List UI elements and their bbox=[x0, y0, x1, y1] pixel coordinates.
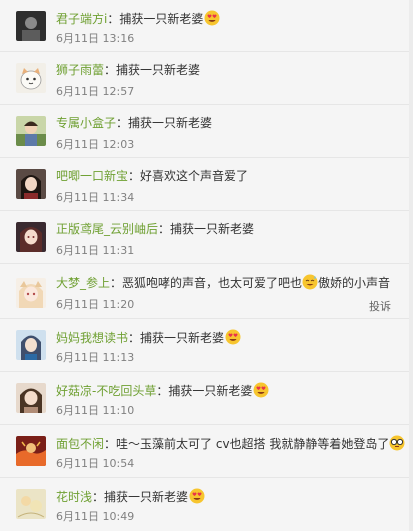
comment-item: 君子端方i：捕获一只新老婆 6月11日 13:16 bbox=[0, 0, 413, 52]
scrollbar[interactable] bbox=[409, 0, 413, 531]
separator: ： bbox=[110, 276, 123, 290]
comment-time: 6月11日 11:20 bbox=[56, 298, 135, 311]
comment-item: 花时浅：捕获一只新老婆 6月11日 10:49 bbox=[0, 478, 413, 531]
comment-text: 捕获一只新老婆 bbox=[128, 116, 213, 130]
avatar[interactable] bbox=[16, 11, 46, 41]
comment-time: 6月11日 11:13 bbox=[56, 351, 135, 364]
username[interactable]: 狮子雨蕾 bbox=[56, 63, 104, 77]
comment-text: 捕获一只新老婆 bbox=[170, 222, 255, 236]
avatar[interactable] bbox=[16, 489, 46, 519]
separator: ： bbox=[156, 384, 169, 398]
username[interactable]: 大梦_参上 bbox=[56, 276, 110, 290]
comment-item: 好菇凉-不吃回头草：捕获一只新老婆 6月11日 11:10 bbox=[0, 372, 413, 425]
username[interactable]: 正版鸢尾_云别岫后 bbox=[56, 222, 158, 236]
comment-text: 捕获一只新老婆 bbox=[168, 384, 253, 398]
glasses-emoji-icon bbox=[389, 435, 405, 451]
heart-eyes-emoji-icon bbox=[189, 488, 205, 504]
avatar[interactable] bbox=[16, 436, 46, 466]
separator: ： bbox=[158, 222, 171, 236]
username[interactable]: 面包不闲 bbox=[56, 437, 104, 451]
comment-time: 6月11日 13:16 bbox=[56, 32, 135, 45]
comment-text: 捕获一只新老婆 bbox=[140, 331, 225, 345]
comment-time: 6月11日 10:49 bbox=[56, 510, 135, 523]
report-button[interactable]: 投诉 bbox=[369, 298, 391, 314]
comment-text: 捕获一只新老婆 bbox=[104, 490, 189, 504]
heart-eyes-emoji-icon bbox=[225, 329, 241, 345]
comment-item: 专属小盒子：捕获一只新老婆 6月11日 12:03 bbox=[0, 105, 413, 158]
username[interactable]: 妈妈我想读书 bbox=[56, 331, 128, 345]
separator: ： bbox=[92, 490, 105, 504]
avatar[interactable] bbox=[16, 383, 46, 413]
separator: ： bbox=[128, 331, 141, 345]
comment-text: 恶狐咆哮的声音，也太可爱了吧也 bbox=[122, 276, 303, 290]
heart-eyes-emoji-icon bbox=[253, 382, 269, 398]
comment-text: 好喜欢这个声音爱了 bbox=[140, 169, 249, 183]
comment-time: 6月11日 12:03 bbox=[56, 138, 135, 151]
comment-text: 捕获一只新老婆 bbox=[119, 12, 204, 26]
comment-time: 6月11日 10:54 bbox=[56, 457, 135, 470]
separator: ： bbox=[104, 437, 117, 451]
comment-item: 正版鸢尾_云别岫后：捕获一只新老婆 6月11日 11:31 bbox=[0, 211, 413, 264]
username[interactable]: 君子端方i bbox=[56, 12, 107, 26]
separator: ： bbox=[116, 116, 129, 130]
comment-item: 狮子雨蕾：捕获一只新老婆 6月11日 12:57 bbox=[0, 52, 413, 105]
username[interactable]: 专属小盒子 bbox=[56, 116, 116, 130]
comment-list: 君子端方i：捕获一只新老婆 6月11日 13:16 狮子雨蕾：捕获一只新老婆 6… bbox=[0, 0, 413, 531]
avatar[interactable] bbox=[16, 222, 46, 252]
username[interactable]: 好菇凉-不吃回头草 bbox=[56, 384, 156, 398]
comment-time: 6月11日 11:34 bbox=[56, 191, 135, 204]
username[interactable]: 花时浅 bbox=[56, 490, 92, 504]
comment-time: 6月11日 12:57 bbox=[56, 85, 135, 98]
comment-item: 面包不闲：哇～玉藻前太可了 cv也超搭 我就静静等着她登岛了 6月11日 10:… bbox=[0, 425, 413, 478]
comment-text-continued: 傲娇的小声音 bbox=[318, 276, 391, 290]
username[interactable]: 吧唧一口新宝 bbox=[56, 169, 128, 183]
avatar[interactable] bbox=[16, 278, 46, 308]
comment-item: 妈妈我想读书：捕获一只新老婆 6月11日 11:13 bbox=[0, 319, 413, 372]
sweat-smile-emoji-icon bbox=[302, 274, 318, 290]
comment-item: 吧唧一口新宝：好喜欢这个声音爱了 6月11日 11:34 bbox=[0, 158, 413, 211]
comment-time: 6月11日 11:10 bbox=[56, 404, 135, 417]
separator: ： bbox=[107, 12, 120, 26]
separator: ： bbox=[128, 169, 141, 183]
separator: ： bbox=[104, 63, 117, 77]
comment-text: 哇～玉藻前太可了 cv也超搭 我就静静等着她登岛了 bbox=[116, 437, 390, 451]
comment-text: 捕获一只新老婆 bbox=[116, 63, 201, 77]
avatar[interactable] bbox=[16, 330, 46, 360]
avatar[interactable] bbox=[16, 63, 46, 93]
heart-eyes-emoji-icon bbox=[204, 10, 220, 26]
avatar[interactable] bbox=[16, 169, 46, 199]
comment-time: 6月11日 11:31 bbox=[56, 244, 135, 257]
avatar[interactable] bbox=[16, 116, 46, 146]
comment-item: 大梦_参上：恶狐咆哮的声音，也太可爱了吧也 傲娇的小声音 6月11日 11:20 … bbox=[0, 264, 413, 319]
